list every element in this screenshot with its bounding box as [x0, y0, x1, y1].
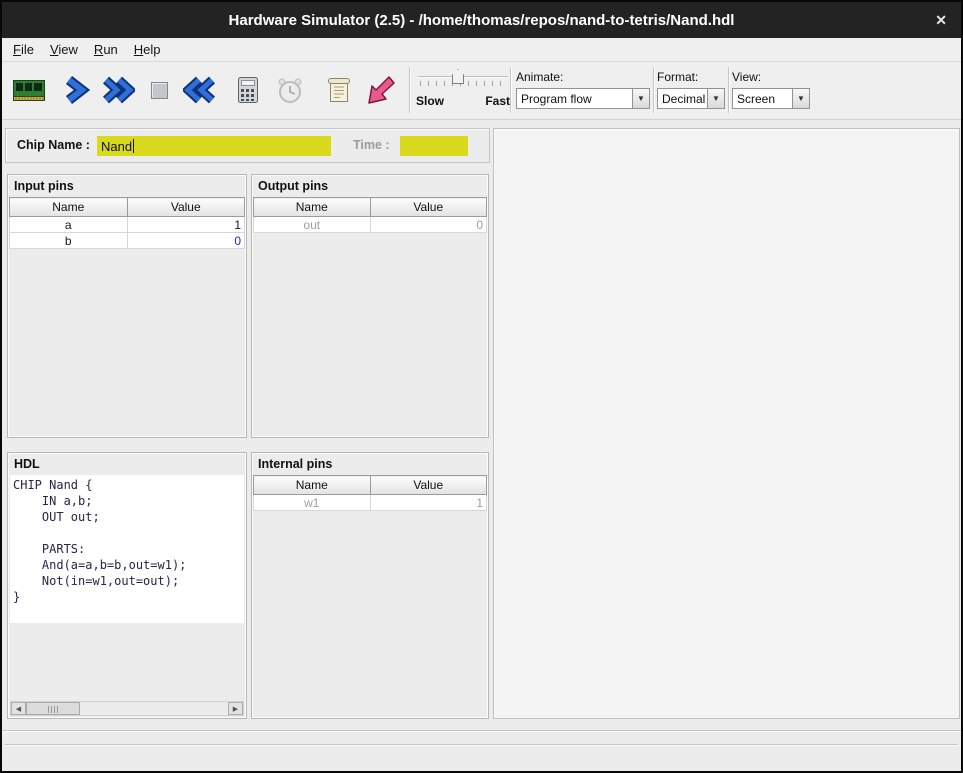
load-chip-icon	[11, 75, 47, 105]
hdl-title: HDL	[14, 457, 40, 471]
column-header-name[interactable]: Name	[10, 198, 128, 217]
chevron-down-icon[interactable]: ▼	[792, 89, 809, 108]
view-control: View: Screen ▼	[732, 70, 810, 109]
pin-value[interactable]: 1	[127, 217, 245, 233]
time-label: Time :	[353, 138, 390, 152]
menu-bar: File View Run Help	[2, 38, 961, 62]
input-pins-title: Input pins	[14, 179, 74, 193]
close-icon[interactable]: ✕	[935, 2, 947, 38]
column-header-value[interactable]: Value	[370, 198, 487, 217]
input-pins-panel: Input pins Name Value a 1 b 0	[7, 174, 247, 438]
hdl-horizontal-scrollbar[interactable]: ◀ ▶	[10, 701, 244, 716]
stop-button	[137, 66, 181, 114]
table-row: b 0	[10, 233, 245, 249]
chip-name-value: Nand	[101, 139, 132, 154]
chip-name-field[interactable]: Nand	[97, 136, 331, 156]
slider-thumb[interactable]	[452, 69, 464, 84]
time-field	[400, 136, 468, 156]
speed-slider: Slow Fast	[416, 66, 510, 116]
reset-icon	[183, 75, 219, 105]
table-row: w1 1	[254, 495, 487, 511]
pin-name: w1	[254, 495, 371, 511]
column-header-value[interactable]: Value	[370, 476, 487, 495]
status-divider	[2, 730, 961, 732]
menu-help[interactable]: Help	[126, 39, 169, 60]
pin-value: 0	[370, 217, 487, 233]
toolbar-separator	[510, 67, 512, 113]
toolbar-separator	[409, 67, 411, 113]
run-icon	[99, 75, 135, 105]
hdl-code-view: CHIP Nand { IN a,b; OUT out; PARTS: And(…	[10, 475, 244, 623]
view-combobox[interactable]: Screen ▼	[732, 88, 810, 109]
table-row: out 0	[254, 217, 487, 233]
toolbar-separator	[653, 67, 655, 113]
view-script-icon	[322, 74, 354, 106]
status-divider	[5, 744, 958, 746]
format-combobox[interactable]: Decimal ▼	[657, 88, 725, 109]
slider-slow-label: Slow	[416, 94, 444, 108]
view-selected-value: Screen	[733, 92, 792, 106]
reset-button[interactable]	[179, 66, 223, 114]
animate-combobox[interactable]: Program flow ▼	[516, 88, 650, 109]
menu-run[interactable]: Run	[86, 39, 126, 60]
toolbar: Slow Fast Animate: Program flow ▼ Format…	[2, 62, 961, 120]
output-pins-panel: Output pins Name Value out 0	[251, 174, 489, 438]
hdl-panel: HDL CHIP Nand { IN a,b; OUT out; PARTS: …	[7, 452, 247, 719]
column-header-name[interactable]: Name	[254, 476, 371, 495]
single-step-button[interactable]	[53, 66, 97, 114]
evaluate-icon	[232, 74, 264, 106]
toolbar-separator	[728, 67, 730, 113]
chevron-down-icon[interactable]: ▼	[632, 89, 649, 108]
internal-pins-panel: Internal pins Name Value w1 1	[251, 452, 489, 719]
load-script-icon	[363, 74, 397, 106]
pin-value: 1	[370, 495, 487, 511]
scrollbar-thumb[interactable]	[26, 702, 80, 715]
internal-pins-table: Name Value w1 1	[253, 475, 487, 511]
menu-view[interactable]: View	[42, 39, 86, 60]
format-label: Format:	[657, 70, 725, 84]
animate-selected-value: Program flow	[517, 92, 632, 106]
scroll-right-icon[interactable]: ▶	[228, 702, 243, 715]
load-chip-button[interactable]	[7, 66, 51, 114]
stop-icon	[144, 75, 174, 105]
chip-view-panel	[493, 128, 960, 719]
text-caret	[133, 139, 134, 153]
title-bar: Hardware Simulator (2.5) - /home/thomas/…	[2, 2, 961, 38]
output-pins-table: Name Value out 0	[253, 197, 487, 233]
slider-fast-label: Fast	[485, 94, 510, 108]
menu-file[interactable]: File	[5, 39, 42, 60]
column-header-name[interactable]: Name	[254, 198, 371, 217]
chevron-down-icon[interactable]: ▼	[707, 89, 724, 108]
window-title: Hardware Simulator (2.5) - /home/thomas/…	[229, 12, 735, 29]
run-button[interactable]	[95, 66, 139, 114]
chip-name-label: Chip Name :	[17, 138, 90, 152]
format-control: Format: Decimal ▼	[657, 70, 725, 109]
pin-name: a	[10, 217, 128, 233]
input-pins-table: Name Value a 1 b 0	[9, 197, 245, 249]
clock-button	[268, 66, 312, 114]
output-pins-title: Output pins	[258, 179, 328, 193]
column-header-value[interactable]: Value	[127, 198, 245, 217]
table-row: a 1	[10, 217, 245, 233]
scrollbar-grip	[48, 706, 58, 713]
view-script-button[interactable]	[316, 66, 360, 114]
pin-name: out	[254, 217, 371, 233]
internal-pins-title: Internal pins	[258, 457, 332, 471]
app-window: Hardware Simulator (2.5) - /home/thomas/…	[0, 0, 963, 773]
pin-value-selected[interactable]: 0	[127, 233, 245, 249]
chip-name-bar: Chip Name : Nand Time :	[5, 128, 490, 163]
format-selected-value: Decimal	[658, 92, 707, 106]
scroll-left-icon[interactable]: ◀	[11, 702, 26, 715]
view-label: View:	[732, 70, 810, 84]
animate-control: Animate: Program flow ▼	[516, 70, 650, 109]
animate-label: Animate:	[516, 70, 650, 84]
load-script-button[interactable]	[358, 66, 402, 114]
single-step-icon	[60, 75, 90, 105]
pin-name: b	[10, 233, 128, 249]
clock-icon	[273, 74, 307, 106]
evaluate-button[interactable]	[226, 66, 270, 114]
